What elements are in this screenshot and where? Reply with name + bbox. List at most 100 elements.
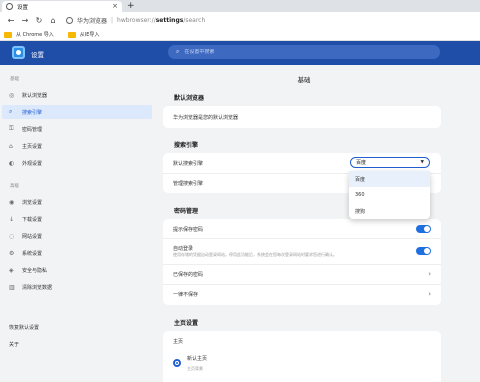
settings-search[interactable]: ⌕ — [168, 45, 440, 59]
folder-icon — [4, 31, 12, 38]
saved-passwords-row[interactable]: 已保存的密码 › — [173, 265, 431, 283]
bookmark-import-chrome[interactable]: 从 Chrome 导入 — [4, 31, 54, 38]
settings-logo-icon — [12, 46, 25, 59]
homepage-row: 主页 — [173, 332, 431, 350]
bookmark-label: 从IE导入 — [79, 32, 100, 38]
sidebar-item-security[interactable]: ◈ 安全与隐私 — [2, 263, 152, 277]
dropdown-option-360[interactable]: 360 — [349, 187, 430, 203]
bookmarks-bar: 从 Chrome 导入 从IE导入 — [0, 29, 480, 41]
sidebar-section-basic: 基础 — [10, 77, 19, 82]
chevron-right-icon: › — [428, 290, 431, 298]
sidebar-item-homepage[interactable]: ⌂ 主页设置 — [2, 139, 152, 153]
reload-button[interactable]: ↻ — [32, 16, 46, 25]
url-host: settings — [155, 17, 184, 24]
sidebar-item-label: 系统设置 — [22, 250, 43, 257]
search-engine-heading: 搜索引擎 — [174, 142, 199, 149]
sidebar-item-password[interactable]: ⚿ 密码管理 — [2, 122, 152, 136]
back-button[interactable]: ← — [4, 16, 18, 25]
sidebar-item-reset[interactable]: 恢复默认设置 — [2, 320, 152, 334]
save-prompt-toggle[interactable] — [416, 225, 431, 233]
sidebar-item-search-engine[interactable]: ⌕ 搜索引擎 — [2, 105, 152, 119]
password-card: 提示保存密码 自动登录 使用存储的凭据自动登录网站。停用此功能后，系统会在您每次… — [163, 219, 441, 305]
auto-login-label: 自动登录 — [173, 245, 194, 252]
sidebar-item-label: 搜索引擎 — [22, 109, 43, 116]
default-search-label: 默认搜索引擎 — [173, 160, 204, 167]
sidebar-item-site[interactable]: ◌ 网站设置 — [2, 229, 152, 243]
forward-button[interactable]: → — [18, 16, 32, 25]
tab-title: 设置 — [17, 4, 29, 11]
address-bar[interactable]: 华为浏览器 | hwbrowser://settings/search — [66, 16, 205, 25]
sidebar-item-browsing[interactable]: ◉ 浏览设置 — [2, 195, 152, 209]
globe-icon: ◌ — [9, 232, 15, 240]
dropdown-option-baidu[interactable]: 百度 — [349, 171, 430, 187]
sidebar-item-about[interactable]: 关于 — [2, 337, 152, 351]
gear-icon — [6, 3, 13, 10]
toolbar: ← → ↻ ⌂ 华为浏览器 | hwbrowser://settings/sea… — [0, 12, 480, 29]
settings-header: 设置 ⌕ — [0, 41, 480, 65]
new-tab-button[interactable]: + — [127, 1, 135, 11]
sidebar-item-clear-data[interactable]: ▥ 清除浏览数据 — [2, 280, 152, 294]
dropdown-option-sogou[interactable]: 搜狗 — [349, 203, 430, 219]
page-title: 设置 — [31, 51, 44, 59]
sidebar-item-default-browser[interactable]: ◎ 默认浏览器 — [2, 88, 152, 102]
url-scheme: hwbrowser:// — [117, 17, 156, 24]
sidebar-item-label: 安全与隐私 — [22, 267, 48, 274]
save-prompt-label: 提示保存密码 — [173, 226, 204, 233]
search-input[interactable] — [184, 49, 385, 55]
tab-strip: 设置 × + — [0, 0, 480, 12]
radio-selected[interactable] — [173, 359, 181, 367]
default-browser-heading: 默认浏览器 — [174, 95, 205, 102]
url-path: /search — [183, 17, 206, 24]
gear-icon: ⚙ — [9, 249, 15, 257]
default-browser-status: 华为浏览器是您的默认浏览器 — [173, 114, 239, 121]
sidebar-item-label: 恢复默认设置 — [9, 324, 40, 331]
bookmark-import-ie[interactable]: 从IE导入 — [67, 31, 100, 38]
search-engine-select[interactable]: 百度 ▼ — [350, 157, 430, 168]
sidebar-section-advanced: 高级 — [10, 184, 19, 189]
search-engine-dropdown: 百度 360 搜狗 — [349, 171, 430, 219]
password-heading: 密码管理 — [174, 208, 199, 215]
default-browser-card: 华为浏览器是您的默认浏览器 — [163, 106, 441, 128]
divider — [163, 238, 441, 239]
search-icon: ⌕ — [176, 48, 180, 55]
home-button[interactable]: ⌂ — [46, 16, 60, 25]
saved-passwords-label: 已保存的密码 — [173, 271, 204, 278]
sidebar-item-system[interactable]: ⚙ 系统设置 — [2, 246, 152, 260]
default-browser-row: 华为浏览器是您的默认浏览器 — [173, 108, 431, 126]
bookmark-label: 从 Chrome 导入 — [16, 32, 54, 38]
shield-icon: ◈ — [9, 266, 14, 274]
search-icon: ⌕ — [9, 108, 13, 115]
homepage-heading: 主页设置 — [174, 320, 199, 327]
homepage-option-row[interactable]: 新认主页 主页背景 — [173, 352, 431, 374]
sidebar: 基础 ◎ 默认浏览器 ⌕ 搜索引擎 ⚿ 密码管理 ⌂ 主页设置 ◐ 外观设置 高… — [0, 65, 158, 382]
trash-icon: ▥ — [9, 283, 15, 291]
tab-settings[interactable]: 设置 × — [2, 1, 122, 12]
divider: | — [111, 17, 114, 24]
homepage-label: 主页 — [173, 338, 184, 345]
save-prompt-row: 提示保存密码 — [173, 220, 431, 238]
homepage-option-label: 新认主页 — [187, 355, 208, 362]
auto-login-toggle[interactable] — [416, 247, 431, 255]
sidebar-item-label: 浏览设置 — [22, 199, 43, 206]
close-icon[interactable]: × — [112, 3, 118, 10]
homepage-option-description: 主页背景 — [187, 365, 203, 371]
selected-value: 百度 — [356, 160, 367, 166]
home-icon: ⌂ — [9, 142, 13, 150]
download-icon: ↓ — [9, 215, 15, 223]
never-save-label: 一律不保存 — [173, 291, 199, 298]
sidebar-item-label: 下载设置 — [22, 216, 43, 223]
sidebar-item-label: 清除浏览数据 — [22, 284, 53, 291]
chevron-right-icon: › — [428, 270, 431, 278]
key-icon: ⚿ — [9, 125, 14, 132]
sidebar-item-label: 主页设置 — [22, 143, 43, 150]
site-info-icon[interactable] — [66, 17, 73, 24]
never-save-row[interactable]: 一律不保存 › — [173, 285, 431, 303]
eye-icon: ◉ — [9, 198, 15, 206]
manage-search-label: 管理搜索引擎 — [173, 180, 204, 187]
palette-icon: ◐ — [9, 159, 15, 167]
browser-brand: 华为浏览器 — [77, 18, 108, 25]
sidebar-item-download[interactable]: ↓ 下载设置 — [2, 212, 152, 226]
homepage-card: 主页 新认主页 主页背景 — [163, 331, 441, 382]
auto-login-description: 使用存储的凭据自动登录网站。停用此功能后，系统会在您每次登录网站时要求您进行确认… — [173, 251, 337, 257]
sidebar-item-appearance[interactable]: ◐ 外观设置 — [2, 156, 152, 170]
